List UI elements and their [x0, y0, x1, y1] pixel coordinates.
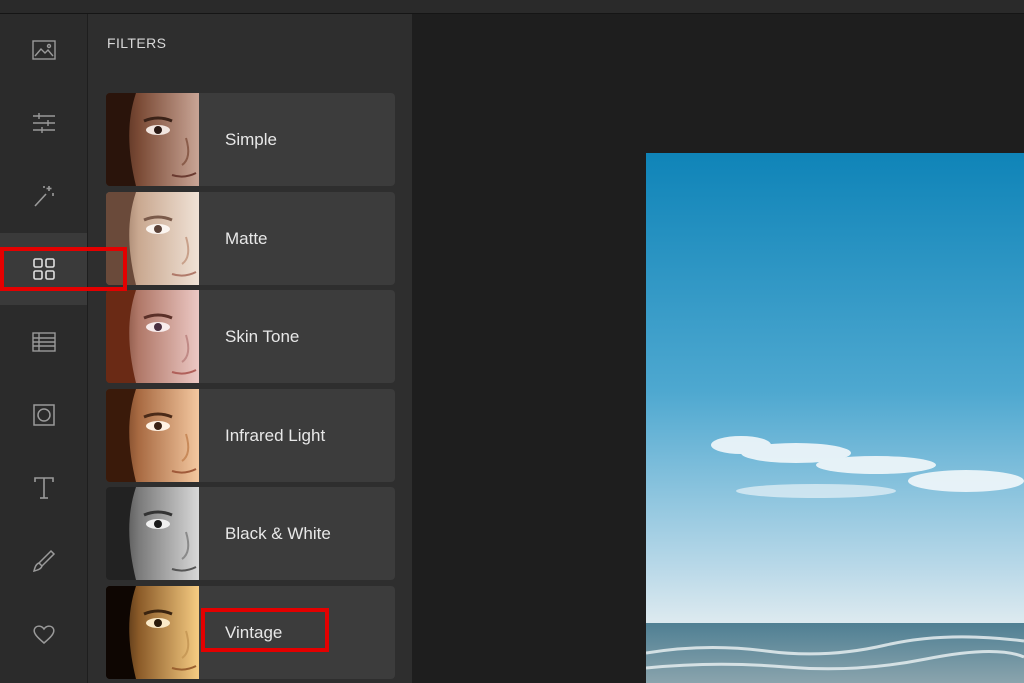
rail-item-image[interactable] [0, 14, 87, 86]
tool-rail [0, 14, 88, 683]
rail-item-filters[interactable] [0, 233, 87, 305]
filter-thumbnail [106, 290, 199, 383]
rail-item-adjust[interactable] [0, 87, 87, 159]
filter-card-black-white[interactable]: Black & White [106, 487, 395, 580]
filter-label: Skin Tone [225, 326, 300, 346]
filter-label: Black & White [225, 523, 331, 543]
photo-preview[interactable] [646, 153, 1024, 683]
filters-panel: FILTERS Simple Matte Skin Tone Infrared … [88, 14, 412, 683]
rail-item-draw[interactable] [0, 525, 87, 597]
top-bar [0, 0, 1024, 14]
filter-card-vintage[interactable]: Vintage [106, 586, 395, 679]
filter-card-infrared-light[interactable]: Infrared Light [106, 389, 395, 482]
grid-icon [32, 258, 55, 280]
image-icon [31, 40, 56, 60]
filter-label: Simple [225, 129, 277, 149]
panel-title: FILTERS [107, 35, 167, 51]
filter-thumbnail [106, 192, 199, 285]
filter-card-simple[interactable]: Simple [106, 93, 395, 186]
filter-label: Infrared Light [225, 425, 326, 445]
text-icon [33, 477, 54, 499]
filter-thumbnail [106, 389, 199, 482]
filter-card-matte[interactable]: Matte [106, 192, 395, 285]
rail-item-enhance[interactable] [0, 160, 87, 232]
filter-card-skin-tone[interactable]: Skin Tone [106, 290, 395, 383]
magic-wand-icon [33, 186, 54, 207]
filter-thumbnail [106, 487, 199, 580]
sliders-icon [32, 113, 55, 133]
filter-thumbnail [106, 93, 199, 186]
rail-item-overlays[interactable] [0, 306, 87, 378]
filter-thumbnail [106, 586, 199, 679]
rail-item-favorites[interactable] [0, 598, 87, 670]
rail-item-text[interactable] [0, 452, 87, 524]
texture-icon [31, 332, 56, 352]
rail-item-frames[interactable] [0, 379, 87, 451]
filter-label: Vintage [225, 622, 283, 642]
frame-icon [32, 404, 55, 426]
filter-label: Matte [225, 228, 268, 248]
heart-icon [32, 625, 55, 644]
brush-icon [32, 549, 55, 573]
